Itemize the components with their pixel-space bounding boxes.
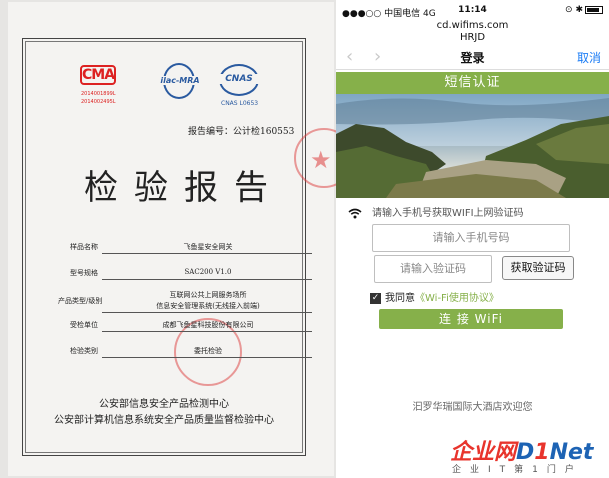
phone-screen: ●●●○○ 中国电信 4G 11:14 ⊙ ✱ cd.wifims.com HR… [336,0,609,478]
page-name: HRJD [459,32,486,43]
issuer-line-1: 公安部信息安全产品检测中心 [99,399,229,410]
wifi-hint: 请输入手机号获取WIFI上网验证码 [348,204,524,219]
alarm-bluetooth-icon: ⊙ ✱ [565,5,583,15]
battery-icon [585,5,603,14]
get-code-button[interactable]: 获取验证码 [502,256,574,280]
verification-code-input[interactable]: 请输入验证码 [374,255,492,283]
cma-number-1: 2014001899L [81,91,116,97]
row-label: 样品名称 [70,243,98,251]
row-underline [102,279,312,280]
row-label: 检验类别 [70,347,98,355]
url-bar[interactable]: cd.wifims.com HRJD [336,20,609,44]
seal-star-icon: ★ [310,146,332,174]
row-underline [102,357,312,358]
wifi-hint-text: 请输入手机号获取WIFI上网验证码 [372,208,524,219]
wifi-agreement-link[interactable]: 《Wi-Fi使用协议》 [415,293,499,304]
d1net-watermark: 企业网D1Net 企业IT第1门户 [450,434,609,478]
status-icons: ⊙ ✱ [565,5,603,15]
nav-bar: ‹ › 登录 取消 [336,44,609,70]
connect-wifi-button[interactable]: 连 接 WiFi [379,309,563,329]
coastal-scenery-image [336,94,609,198]
sms-auth-banner: 短信认证 [336,72,609,94]
cnas-number: CNAS L0653 [221,100,259,107]
row-value-2: 信息安全管理系统(无线接入前端) [156,302,260,310]
row-value: 成都飞鱼星科技股份有限公司 [162,321,254,329]
report-scan: CMA 2014001899L 2014002495L ilac-MRA CNA… [0,0,336,478]
row-label: 产品类型/级别 [58,297,103,305]
issuer-line-2: 公安部计算机信息系统安全产品质量监督检验中心 [54,415,274,426]
row-label: 型号规格 [70,269,98,277]
cma-logo: CMA [80,65,116,85]
cnas-logo: CNAS [214,74,264,84]
report-number: 报告编号：公计检160553 [188,127,295,137]
watermark-slogan: 企业IT第1门户 [452,465,583,475]
wifi-icon [348,208,362,218]
agree-label: 我同意 [385,293,415,304]
row-value: 互联网公共上网服务场所 [169,291,247,299]
hotel-welcome: 汩罗华瑞国际大酒店欢迎您 [412,402,533,413]
agreement-row: ✓ 我同意《Wi-Fi使用协议》 [370,289,499,304]
row-underline [102,253,312,254]
report-title: 检验报告 [84,168,284,208]
ilac-logo: ilac-MRA [155,76,205,85]
status-bar: ●●●○○ 中国电信 4G 11:14 ⊙ ✱ [336,0,609,20]
cancel-button[interactable]: 取消 [577,49,601,66]
row-value: 委托检验 [194,347,222,355]
agreement-checkbox[interactable]: ✓ [370,292,381,304]
scenery-svg [336,94,609,198]
nav-title: 登录 [460,51,485,65]
cma-number-2: 2014002495L [81,99,116,105]
row-value: 飞鱼星安全网关 [183,243,233,251]
row-value: SAC200 V1.0 [184,268,232,276]
url-text: cd.wifims.com [436,20,509,31]
row-label: 受检单位 [70,321,98,329]
row-underline [102,331,312,332]
row-underline [102,312,312,313]
phone-number-input[interactable]: 请输入手机号码 [372,224,570,252]
